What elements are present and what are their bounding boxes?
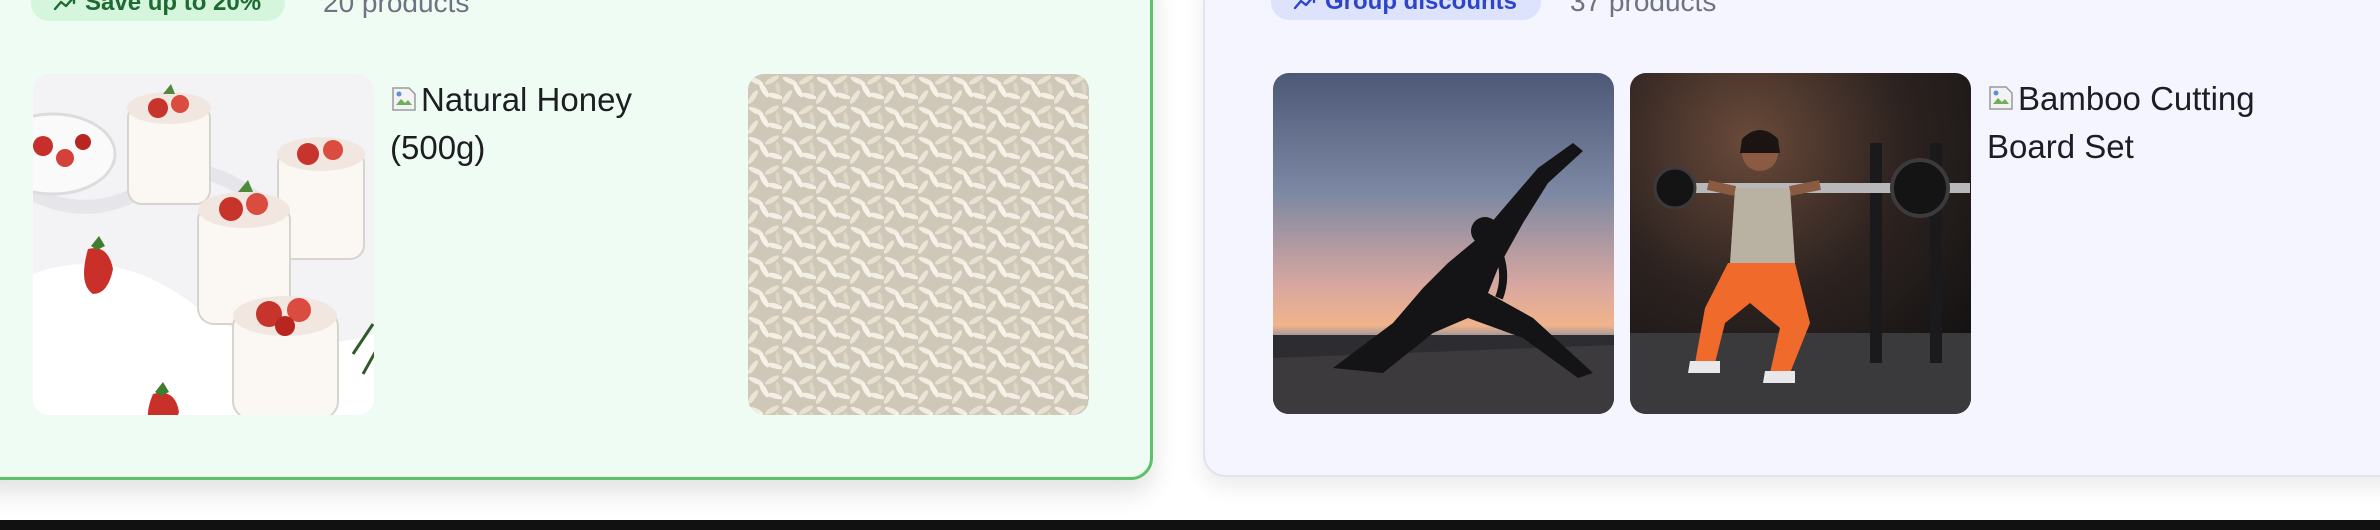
group-discount-badge: Group discounts [1271, 0, 1541, 20]
trending-up-icon [1293, 0, 1316, 10]
page: Save up to 20% 20 products Natural Honey… [0, 0, 2380, 530]
product-count: 37 products [1570, 0, 1717, 17]
deal-card-savings[interactable]: Save up to 20% 20 products Natural Honey… [0, 0, 1153, 480]
trending-up-icon [53, 0, 76, 11]
product-image-cutting-board-broken[interactable]: Bamboo Cutting Board Set [1987, 73, 2328, 416]
product-image-rice[interactable] [748, 74, 1089, 415]
product-image-honey-broken[interactable]: Natural Honey (500g) [390, 74, 731, 417]
product-image-gym[interactable] [1630, 73, 1971, 414]
deal-card-group[interactable]: Group discounts 37 products Bamboo Cutti… [1203, 0, 2380, 477]
product-count: 20 products [323, 0, 470, 18]
product-image-yoga[interactable] [1273, 73, 1614, 414]
product-image-yogurt[interactable] [33, 74, 374, 415]
savings-badge: Save up to 20% [31, 0, 286, 21]
group-badge-label: Group discounts [1325, 0, 1517, 15]
cutting-board-alt-text: Bamboo Cutting Board Set [1987, 80, 2255, 165]
honey-alt-text: Natural Honey (500g) [390, 81, 632, 166]
savings-badge-label: Save up to 20% [85, 0, 262, 16]
broken-image-icon [1989, 86, 2013, 110]
broken-image-icon [392, 87, 416, 111]
bottom-edge [0, 520, 2380, 530]
